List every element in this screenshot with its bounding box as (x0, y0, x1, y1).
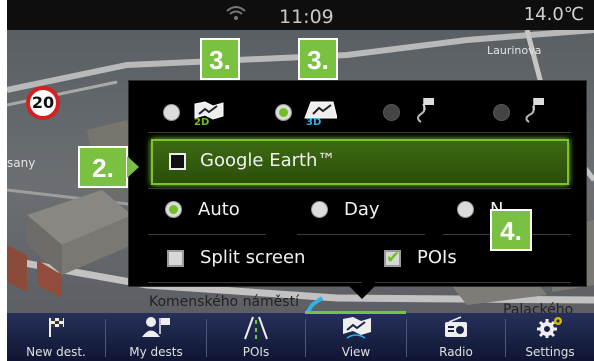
road-icon (244, 316, 268, 340)
active-tab-indicator (305, 311, 406, 314)
wifi-icon (226, 6, 246, 20)
divider (148, 132, 571, 133)
outside-temperature: 14.0℃ (523, 4, 584, 25)
flag-icon (49, 318, 64, 337)
bottom-nav-bar: New dest. My dests POIs View Radio Setti… (7, 313, 594, 361)
callout-3b: 3. (298, 38, 338, 80)
divider (148, 188, 571, 189)
view-3d-radio[interactable] (275, 104, 292, 121)
clock: 11:09 (279, 6, 334, 28)
mode-auto-label: Auto (198, 199, 240, 220)
google-earth-checkbox[interactable] (169, 153, 186, 170)
mode-day-radio[interactable] (311, 201, 328, 218)
map-label-street-2: Palackého (503, 302, 574, 313)
map-3d-icon[interactable]: 3D (303, 100, 338, 132)
split-screen-checkbox[interactable] (167, 250, 184, 267)
nav-view[interactable]: View (306, 313, 406, 361)
mode-auto-radio[interactable] (165, 201, 182, 218)
radio-icon (445, 316, 467, 337)
destination-flag-icon (523, 96, 553, 132)
callout-2-pointer (127, 156, 139, 178)
nav-pois[interactable]: POIs (207, 313, 305, 361)
nav-new-dest[interactable]: New dest. (7, 313, 105, 361)
status-bar: 11:09 14.0℃ (7, 0, 594, 30)
google-earth-label: Google Earth™ (200, 150, 336, 171)
map-label-place: sany (7, 156, 36, 170)
navigation-screen: 20 N Laurinova sany Komenského náměstí P… (7, 0, 594, 361)
person-flag-icon (142, 317, 170, 337)
pois-checkbox[interactable] (384, 248, 401, 268)
callout-3a: 3. (200, 38, 240, 80)
divider (148, 282, 362, 283)
map-view-icon (343, 317, 371, 339)
view-3d-tag: 3D (306, 117, 322, 128)
nav-radio[interactable]: Radio (407, 313, 505, 361)
nav-settings-label: Settings (525, 345, 575, 359)
nav-settings[interactable]: Settings (506, 313, 594, 361)
view-route-radio (383, 104, 400, 121)
nav-view-label: View (341, 345, 371, 359)
route-flag-icon (413, 96, 443, 132)
divider (297, 234, 425, 235)
nav-my-dests-label: My dests (129, 345, 183, 359)
view-2d-radio[interactable] (163, 104, 180, 121)
callout-4: 4. (490, 209, 532, 251)
mode-day-label: Day (344, 199, 380, 220)
split-screen-label: Split screen (200, 247, 306, 268)
nav-new-dest-label: New dest. (26, 345, 86, 359)
map-label-square: Komenského náměstí (149, 294, 299, 310)
divider (375, 282, 571, 283)
view-destination-radio (493, 104, 510, 121)
callout-2: 2. (78, 146, 128, 188)
map-label-street: Laurinova (487, 44, 542, 57)
nav-my-dests[interactable]: My dests (106, 313, 206, 361)
map-2d-icon[interactable]: 2D (191, 100, 225, 132)
pois-label: POIs (417, 247, 457, 268)
popup-pointer (349, 286, 375, 299)
mode-night-radio[interactable] (457, 201, 474, 218)
nav-radio-label: Radio (439, 345, 473, 359)
divider (148, 234, 266, 235)
gears-icon (537, 317, 562, 338)
speed-limit-sign: 20 (26, 86, 60, 120)
nav-pois-label: POIs (242, 345, 270, 359)
view-2d-tag: 2D (194, 117, 210, 128)
